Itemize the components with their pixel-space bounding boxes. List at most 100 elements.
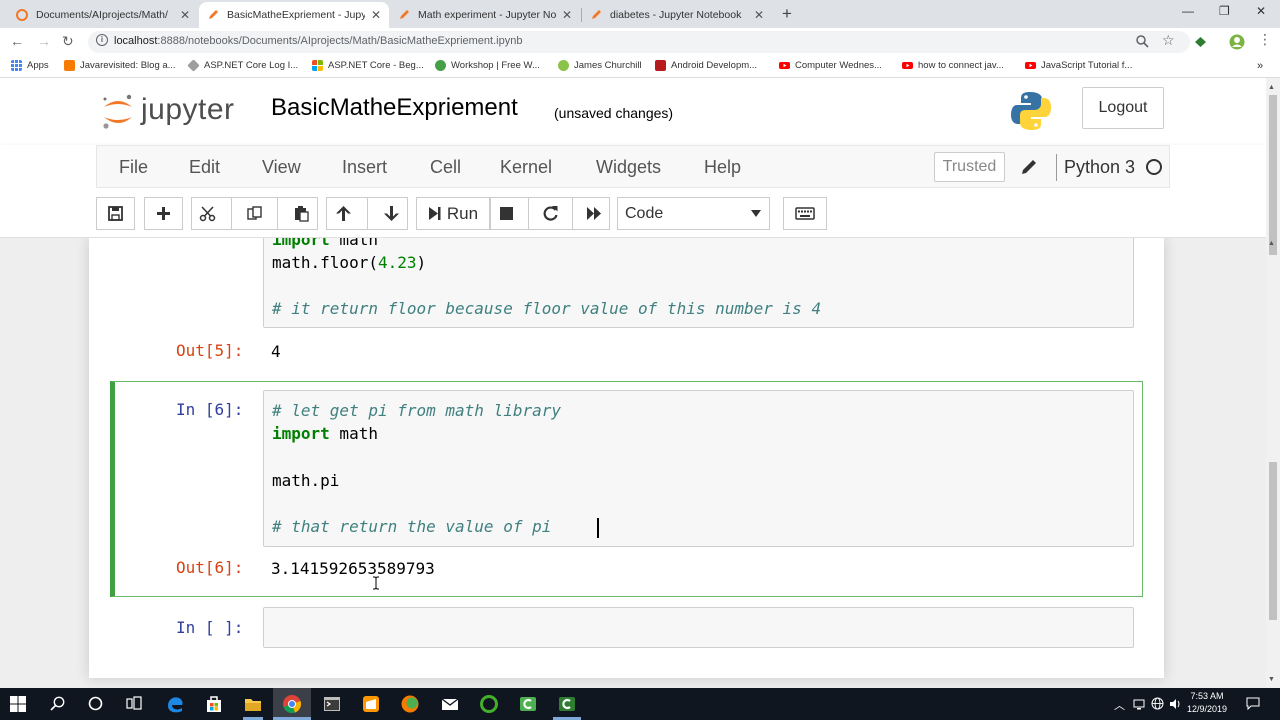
camtasia-icon[interactable] <box>518 694 538 714</box>
sublime-text-icon[interactable] <box>361 694 381 714</box>
code-line: math.pi <box>272 471 340 490</box>
save-button[interactable] <box>96 197 135 230</box>
edge-browser-icon[interactable] <box>165 694 185 714</box>
fast-forward-icon[interactable] <box>586 205 603 222</box>
mail-icon[interactable] <box>440 694 460 714</box>
menu-widgets[interactable]: Widgets <box>596 157 661 178</box>
stop-icon[interactable] <box>498 205 515 222</box>
restart-icon[interactable] <box>542 205 559 222</box>
browser-tab-math-folder[interactable]: Documents/AIprojects/Math/ ✕ <box>8 2 198 28</box>
bookmark-computer-wednesday[interactable]: Computer Wednes... <box>779 60 882 71</box>
arrow-down-icon[interactable] <box>383 205 400 222</box>
scroll-down-arrow-icon[interactable]: ▼ <box>1268 676 1275 683</box>
tray-expand-icon[interactable]: ︿ <box>1114 697 1125 713</box>
close-tab-icon[interactable]: ✕ <box>371 8 381 22</box>
menu-help[interactable]: Help <box>704 157 741 178</box>
jupyter-logo[interactable]: jupyter <box>101 91 251 131</box>
extension-icon[interactable] <box>1194 36 1207 48</box>
youtube-icon <box>779 62 790 69</box>
more-bookmarks-icon[interactable]: » <box>1257 60 1263 72</box>
logout-button[interactable]: Logout <box>1082 87 1164 129</box>
maximize-icon[interactable]: ❐ <box>1219 4 1230 18</box>
store-icon[interactable] <box>204 694 224 714</box>
bookmark-apps[interactable]: Apps <box>11 60 49 71</box>
menu-insert[interactable]: Insert <box>342 157 387 178</box>
cortana-icon[interactable] <box>88 696 103 711</box>
scroll-up-arrow-icon[interactable]: ▲ <box>1268 84 1275 91</box>
menu-edit[interactable]: Edit <box>189 157 220 178</box>
info-icon[interactable]: i <box>96 34 108 46</box>
command-palette-button[interactable] <box>783 197 827 230</box>
bookmark-javarevisited[interactable]: Javarevisited: Blog a... <box>64 60 176 71</box>
menubar: File Edit View Insert Cell Kernel Widget… <box>96 145 1170 188</box>
text-cursor <box>597 518 599 538</box>
browser-tab-basicmathe[interactable]: BasicMatheExpriement - Jupyter Notebook … <box>199 2 389 28</box>
menu-kernel[interactable]: Kernel <box>500 157 552 178</box>
copy-icon[interactable] <box>246 205 263 222</box>
code-line: math.floor(4.23) <box>272 253 427 272</box>
bookmark-aspnet-beginner[interactable]: ASP.NET Core - Beg... <box>312 60 424 71</box>
run-button[interactable]: Run <box>416 197 490 230</box>
diamond-icon <box>187 59 200 72</box>
cut-icon[interactable] <box>199 205 216 222</box>
trusted-indicator[interactable]: Trusted <box>934 152 1005 182</box>
menu-view[interactable]: View <box>262 157 301 178</box>
bookmark-aspnet-login[interactable]: ASP.NET Core Log I... <box>187 59 298 72</box>
bookmark-james-churchill[interactable]: James Churchill <box>558 60 642 71</box>
search-icon[interactable] <box>50 696 65 711</box>
scrollbar-thumb[interactable] <box>1269 95 1277 255</box>
minimize-icon[interactable]: — <box>1182 4 1194 18</box>
windows-start-icon[interactable] <box>10 696 26 712</box>
notebook-scroll-area[interactable]: import math math.floor(4.23) # it return… <box>0 238 1266 688</box>
language-globe-icon[interactable] <box>1151 697 1164 710</box>
code-cell-7-input[interactable] <box>263 607 1134 648</box>
chrome-icon[interactable] <box>282 694 302 714</box>
notebook-name[interactable]: BasicMatheExpriement <box>271 94 518 122</box>
close-tab-icon[interactable]: ✕ <box>562 8 572 22</box>
scrollbar-thumb[interactable] <box>1269 462 1277 620</box>
code-cell-5-input[interactable]: import math math.floor(4.23) # it return… <box>263 238 1134 328</box>
mouse-ibeam-cursor-icon <box>373 576 379 590</box>
insert-cell-button[interactable] <box>144 197 183 230</box>
back-arrow-icon[interactable]: ← <box>10 33 24 49</box>
address-bar[interactable]: i localhost:8888/notebooks/Documents/AIp… <box>88 31 1190 53</box>
bookmark-android[interactable]: Android Developm... <box>655 60 757 71</box>
eclipse-icon[interactable] <box>400 694 420 714</box>
bookmark-star-icon[interactable]: ☆ <box>1162 32 1175 49</box>
arrow-up-icon[interactable] <box>335 205 352 222</box>
url-text[interactable]: localhost:8888/notebooks/Documents/AIpro… <box>114 35 522 47</box>
file-explorer-icon[interactable] <box>243 694 263 714</box>
new-tab-button[interactable]: + <box>782 4 792 24</box>
bookmark-javascript-tutorial[interactable]: JavaScript Tutorial f... <box>1025 60 1132 71</box>
menu-cell[interactable]: Cell <box>430 157 461 178</box>
browser-tab-math-experiment[interactable]: Math experiment - Jupyter Notebook ✕ <box>390 2 580 28</box>
browser-tab-diabetes[interactable]: diabetes - Jupyter Notebook ✕ <box>582 2 772 28</box>
notifications-icon[interactable] <box>1246 697 1260 710</box>
reload-icon[interactable]: ↻ <box>62 33 74 50</box>
terminal-icon[interactable] <box>322 694 342 714</box>
menu-file[interactable]: File <box>119 157 148 178</box>
toolbar-divider <box>571 198 573 229</box>
bookmark-connect-java[interactable]: how to connect jav... <box>902 60 1004 71</box>
cell-type-select[interactable]: Code <box>617 197 770 230</box>
kernel-name[interactable]: Python 3 <box>1064 157 1135 178</box>
forward-arrow-icon[interactable]: → <box>37 33 51 49</box>
close-tab-icon[interactable]: ✕ <box>180 8 190 22</box>
blogger-icon <box>64 60 75 71</box>
paste-icon[interactable] <box>293 205 310 222</box>
close-window-icon[interactable]: ✕ <box>1256 4 1266 18</box>
bookmark-workshop[interactable]: Workshop | Free W... <box>435 60 540 71</box>
recorder-icon[interactable] <box>557 694 577 714</box>
close-tab-icon[interactable]: ✕ <box>754 8 764 22</box>
anaconda-icon[interactable] <box>479 694 499 714</box>
profile-avatar-icon[interactable] <box>1229 34 1245 50</box>
scroll-up-arrow-icon[interactable]: ▲ <box>1268 240 1275 247</box>
network-icon[interactable] <box>1133 698 1145 710</box>
code-cell-6-input[interactable]: # let get pi from math library import ma… <box>263 390 1134 547</box>
zoom-icon[interactable] <box>1136 35 1149 48</box>
browser-menu-icon[interactable]: ⋮ <box>1258 31 1272 48</box>
system-clock[interactable]: 7:53 AM 12/9/2019 <box>1183 690 1231 716</box>
windows-taskbar: ︿ 7:53 AM 12/9/2019 <box>0 688 1280 720</box>
volume-icon[interactable] <box>1169 698 1182 710</box>
task-view-icon[interactable] <box>126 696 142 711</box>
